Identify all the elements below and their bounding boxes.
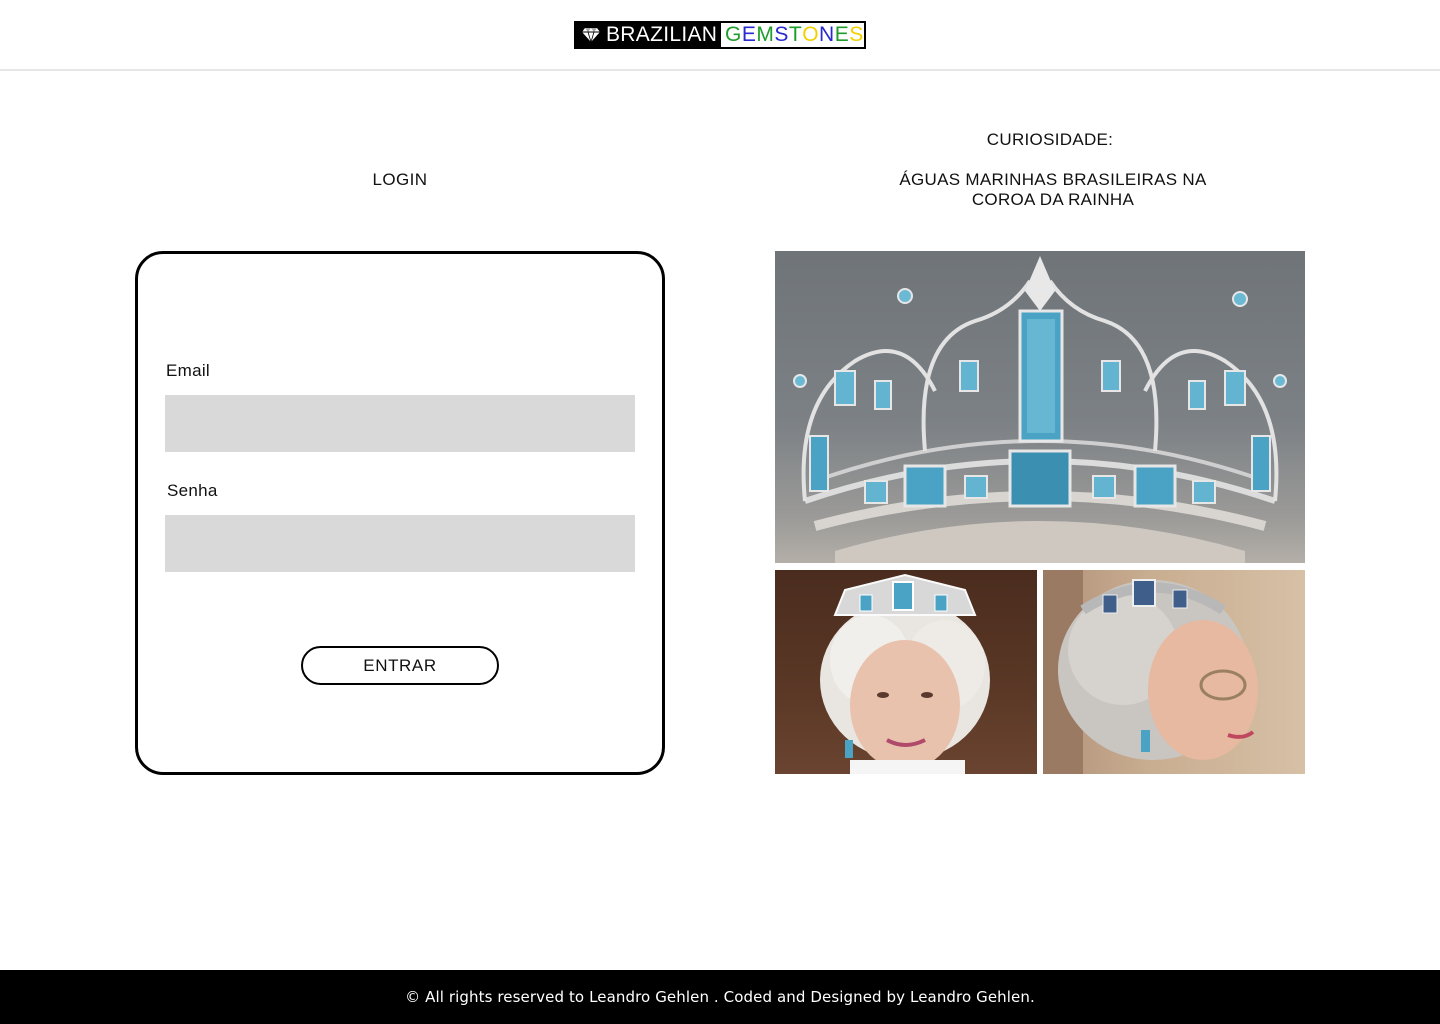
brand-letter: S bbox=[849, 23, 864, 46]
password-field[interactable] bbox=[165, 515, 635, 572]
curiosity-title: ÁGUAS MARINHAS BRASILEIRAS NA COROA DA R… bbox=[899, 170, 1207, 209]
brand-name-left: BRAZILIAN bbox=[606, 23, 718, 46]
password-label: Senha bbox=[167, 481, 218, 500]
brand-letter: E bbox=[834, 23, 850, 46]
queen-wearing-tiara-photo bbox=[775, 570, 1037, 774]
brand-logo-left: BRAZILIAN bbox=[576, 23, 721, 47]
curiosity-label: CURIOSIDADE: bbox=[986, 130, 1114, 149]
login-submit-button[interactable]: ENTRAR bbox=[301, 646, 499, 685]
brand-letter: N bbox=[819, 23, 835, 46]
brand-letter: E bbox=[741, 23, 757, 46]
diamond-icon bbox=[582, 28, 600, 43]
email-label: Email bbox=[166, 361, 211, 380]
queen-profile-tiara-photo bbox=[1043, 570, 1305, 774]
login-title: LOGIN bbox=[372, 170, 428, 189]
site-header: BRAZILIAN GEMSTONES bbox=[0, 0, 1440, 71]
login-form: Email Senha ENTRAR bbox=[135, 251, 665, 775]
brand-letter: G bbox=[725, 23, 742, 46]
brand-letter: M bbox=[756, 23, 775, 46]
brand-letter: O bbox=[802, 23, 820, 46]
site-footer: © All rights reserved to Leandro Gehlen … bbox=[0, 970, 1440, 1024]
aquamarine-tiara-photo bbox=[775, 251, 1305, 563]
footer-copyright: © All rights reserved to Leandro Gehlen … bbox=[405, 988, 1035, 1006]
email-field[interactable] bbox=[165, 395, 635, 452]
brand-letter: T bbox=[788, 23, 803, 46]
brand-name-right: GEMSTONES bbox=[721, 23, 864, 47]
brand-letter: S bbox=[774, 23, 789, 46]
brand-logo[interactable]: BRAZILIAN GEMSTONES bbox=[574, 21, 866, 49]
